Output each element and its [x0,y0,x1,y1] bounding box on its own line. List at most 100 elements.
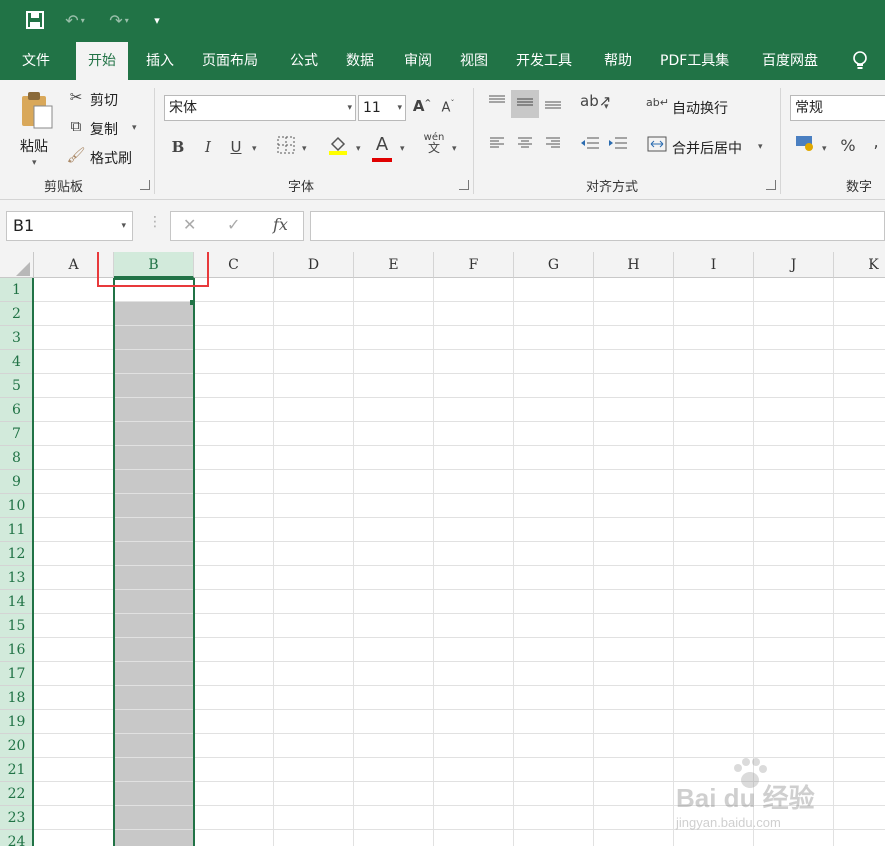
decrease-indent-icon[interactable] [578,136,602,154]
row-header[interactable]: 16 [0,638,34,662]
column-header-j[interactable]: J [754,252,834,278]
tab-formulas[interactable]: 公式 [278,42,330,80]
align-middle-icon[interactable] [511,90,539,118]
fill-color-dropdown-icon[interactable]: ▾ [356,144,361,154]
decrease-font-icon[interactable]: Aˇ [438,99,458,115]
row-header[interactable]: 14 [0,590,34,614]
tab-file[interactable]: 文件 [10,42,62,80]
row-header[interactable]: 17 [0,662,34,686]
tab-help[interactable]: 帮助 [592,42,644,80]
phonetic-guide-icon[interactable]: wén 文 [422,132,446,154]
name-box[interactable]: B1 ▾ [6,211,133,241]
tab-insert[interactable]: 插入 [134,42,186,80]
font-color-dropdown-icon[interactable]: ▾ [400,144,405,154]
column-header-e[interactable]: E [354,252,434,278]
align-center-icon[interactable] [514,136,536,154]
tab-page-layout[interactable]: 页面布局 [190,42,270,80]
borders-dropdown-icon[interactable]: ▾ [302,144,307,154]
accounting-dropdown-icon[interactable]: ▾ [822,144,827,154]
align-right-icon[interactable] [542,136,564,154]
accounting-format-icon[interactable] [794,134,816,156]
comma-style-button[interactable]: , [870,132,882,151]
row-header[interactable]: 9 [0,470,34,494]
font-size-select[interactable]: 11 ▾ [358,95,406,121]
tab-developer[interactable]: 开发工具 [504,42,584,80]
increase-font-icon[interactable]: A^ [412,97,432,115]
redo-button[interactable]: ↷ ▾ [102,8,136,32]
resize-handle-icon[interactable]: ⋮ [148,214,162,230]
row-header[interactable]: 18 [0,686,34,710]
paste-button[interactable]: 粘贴 ▾ [14,88,60,170]
row-header[interactable]: 10 [0,494,34,518]
tab-baidu-netdisk[interactable]: 百度网盘 [750,42,830,80]
fill-color-icon[interactable] [326,134,350,160]
tab-data[interactable]: 数据 [334,42,386,80]
row-header[interactable]: 6 [0,398,34,422]
font-name-select[interactable]: 宋体 ▾ [164,95,356,121]
row-header[interactable]: 8 [0,446,34,470]
tab-pdf-tools[interactable]: PDF工具集 [648,42,741,80]
insert-function-icon[interactable]: fx [273,215,288,234]
row-header[interactable]: 20 [0,734,34,758]
customize-qat-icon[interactable]: ▾ [148,8,166,32]
bold-button[interactable]: B [168,138,188,156]
percent-style-button[interactable]: % [838,136,858,155]
row-header[interactable]: 3 [0,326,34,350]
row-header[interactable]: 13 [0,566,34,590]
row-header[interactable]: 19 [0,710,34,734]
underline-dropdown-icon[interactable]: ▾ [252,144,257,154]
merge-center-button[interactable]: 合并后居中 ▾ [646,136,770,158]
borders-icon[interactable] [276,136,296,158]
tab-view[interactable]: 视图 [448,42,500,80]
phonetic-dropdown-icon[interactable]: ▾ [452,144,457,154]
tab-review[interactable]: 审阅 [392,42,444,80]
align-bottom-icon[interactable] [542,94,564,114]
row-header[interactable]: 15 [0,614,34,638]
select-all-button[interactable] [0,252,34,278]
underline-button[interactable]: U [226,138,246,156]
orientation-dropdown-icon[interactable]: ▾ [604,102,609,112]
row-header[interactable]: 12 [0,542,34,566]
font-launcher-icon[interactable] [459,180,469,190]
italic-button[interactable]: I [198,138,218,156]
tab-home[interactable]: 开始 [76,42,128,80]
column-header-k[interactable]: K [834,252,885,278]
column-header-i[interactable]: I [674,252,754,278]
column-header-d[interactable]: D [274,252,354,278]
undo-button[interactable]: ↶ ▾ [58,8,92,32]
undo-icon: ↶ [65,10,79,30]
cancel-icon[interactable]: ✕ [183,215,196,234]
column-header-f[interactable]: F [434,252,514,278]
row-header[interactable]: 22 [0,782,34,806]
column-header-h[interactable]: H [594,252,674,278]
column-header-g[interactable]: G [514,252,594,278]
orientation-icon[interactable]: ab↗ [580,92,611,110]
format-painter-button[interactable]: 🖌 格式刷 [66,146,142,168]
font-color-icon[interactable]: A [370,134,394,162]
save-icon[interactable] [22,8,48,32]
formula-input[interactable] [310,211,885,241]
row-header[interactable]: 23 [0,806,34,830]
align-top-icon[interactable] [486,94,508,114]
row-header[interactable]: 11 [0,518,34,542]
increase-indent-icon[interactable] [606,136,630,154]
row-header[interactable]: 7 [0,422,34,446]
row-header[interactable]: 4 [0,350,34,374]
clipboard-launcher-icon[interactable] [140,180,150,190]
copy-button[interactable]: ⧉ 复制 ▾ [66,117,144,139]
row-header[interactable]: 21 [0,758,34,782]
row-header[interactable]: 24 [0,830,34,846]
enter-icon[interactable]: ✓ [227,215,240,234]
cut-button[interactable]: ✂ 剪切 [66,88,126,110]
row-header[interactable]: 1 [0,278,34,302]
lightbulb-icon[interactable] [842,42,878,80]
clipboard-group-label: 剪贴板 [44,180,84,195]
row-header[interactable]: 2 [0,302,34,326]
number-format-select[interactable]: 常规 [790,95,885,121]
row-header[interactable]: 5 [0,374,34,398]
fill-handle[interactable] [190,300,195,305]
alignment-launcher-icon[interactable] [766,180,776,190]
wrap-text-button[interactable]: ab↵ 自动换行 [646,96,742,118]
align-left-icon[interactable] [486,136,508,154]
font-name-value: 宋体 [169,100,197,116]
